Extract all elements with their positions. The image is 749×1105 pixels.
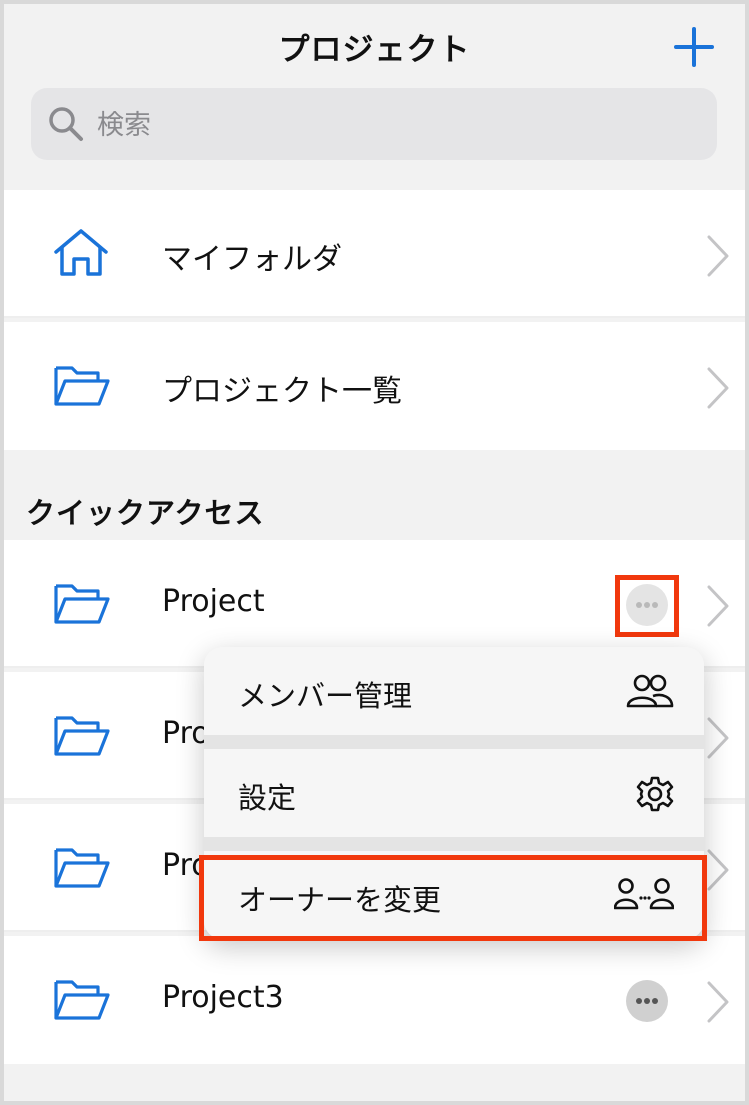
more-dot	[644, 602, 650, 608]
search-icon	[49, 107, 83, 141]
app-screen: プロジェクト マイフォルダ	[0, 0, 749, 1105]
add-button[interactable]	[673, 26, 715, 68]
menu-item-label: メンバー管理	[238, 679, 413, 713]
quick-access-item-label: Project	[162, 584, 265, 619]
more-dot	[652, 602, 658, 608]
nav-item-my-folder[interactable]: マイフォルダ	[4, 190, 745, 318]
folder-icon	[54, 366, 110, 406]
chevron-right-icon	[707, 367, 729, 409]
section-title-quick-access: クイックアクセス	[26, 496, 265, 530]
menu-separator	[204, 735, 704, 749]
more-dot	[652, 998, 658, 1004]
gear-icon	[636, 776, 674, 812]
context-menu: メンバー管理 設定 オーナーを変更	[204, 647, 704, 939]
more-options-button[interactable]	[626, 980, 668, 1022]
more-dot	[644, 998, 650, 1004]
plus-icon	[674, 27, 714, 67]
chevron-right-icon	[707, 849, 729, 891]
menu-item-label: 設定	[238, 781, 297, 815]
row-divider	[4, 316, 745, 318]
chevron-right-icon	[707, 235, 729, 277]
quick-access-item-label: Project3	[162, 980, 284, 1015]
nav-item-project-list[interactable]: プロジェクト一覧	[4, 322, 745, 450]
folder-icon	[54, 716, 110, 756]
search-bar[interactable]	[31, 88, 717, 160]
folder-icon	[54, 980, 110, 1020]
folder-icon	[54, 584, 110, 624]
page-title: プロジェクト	[278, 32, 471, 68]
folder-icon	[54, 848, 110, 888]
more-options-button[interactable]	[626, 584, 668, 626]
chevron-right-icon	[707, 981, 729, 1023]
more-dot	[636, 998, 642, 1004]
menu-separator	[204, 837, 704, 851]
navigation-bar: プロジェクト	[4, 4, 745, 90]
more-dot	[636, 602, 642, 608]
nav-item-label: マイフォルダ	[162, 242, 342, 277]
search-input[interactable]	[95, 102, 699, 148]
menu-item-label: オーナーを変更	[238, 883, 442, 917]
transfer-owner-icon	[614, 878, 674, 910]
menu-item-settings[interactable]: 設定	[204, 749, 704, 837]
chevron-right-icon	[707, 717, 729, 759]
menu-item-member-management[interactable]: メンバー管理	[204, 647, 704, 735]
users-icon	[626, 674, 674, 708]
quick-access-item-project3[interactable]: Project3	[4, 936, 745, 1064]
home-icon	[54, 229, 108, 276]
chevron-right-icon	[707, 585, 729, 627]
menu-item-change-owner[interactable]: オーナーを変更	[204, 851, 704, 939]
nav-item-label: プロジェクト一覧	[162, 374, 402, 409]
